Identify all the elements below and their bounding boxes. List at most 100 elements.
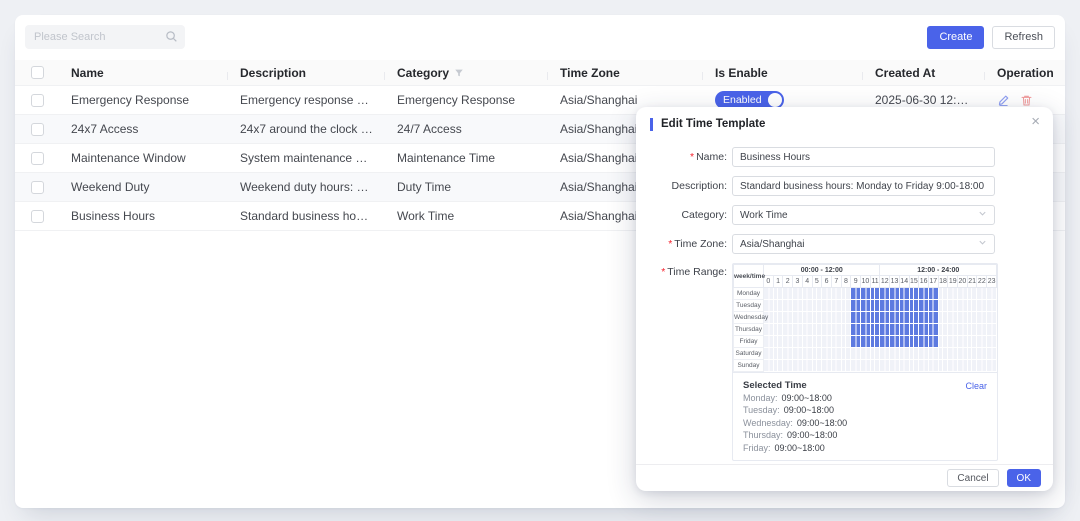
grid-cell[interactable] [909, 324, 919, 336]
grid-cell[interactable] [861, 360, 871, 372]
grid-cell[interactable] [764, 288, 774, 300]
grid-cell[interactable] [967, 360, 977, 372]
grid-cell[interactable] [802, 336, 812, 348]
grid-cell[interactable] [812, 300, 822, 312]
grid-cell[interactable] [822, 288, 832, 300]
grid-cell[interactable] [783, 360, 793, 372]
grid-cell[interactable] [841, 312, 851, 324]
grid-cell[interactable] [851, 336, 861, 348]
row-checkbox[interactable] [31, 181, 44, 194]
grid-cell[interactable] [764, 300, 774, 312]
grid-cell[interactable] [764, 336, 774, 348]
grid-cell[interactable] [841, 360, 851, 372]
grid-cell[interactable] [909, 300, 919, 312]
grid-cell[interactable] [909, 336, 919, 348]
grid-cell[interactable] [880, 324, 890, 336]
grid-cell[interactable] [861, 336, 871, 348]
grid-cell[interactable] [851, 312, 861, 324]
grid-cell[interactable] [841, 348, 851, 360]
grid-cell[interactable] [793, 312, 803, 324]
grid-cell[interactable] [812, 324, 822, 336]
grid-cell[interactable] [938, 360, 948, 372]
grid-cell[interactable] [987, 324, 997, 336]
grid-cell[interactable] [899, 348, 909, 360]
grid-cell[interactable] [890, 288, 900, 300]
grid-cell[interactable] [793, 300, 803, 312]
select-all-checkbox[interactable] [31, 66, 44, 79]
grid-cell[interactable] [783, 348, 793, 360]
grid-cell[interactable] [812, 288, 822, 300]
grid-cell[interactable] [928, 288, 938, 300]
row-checkbox[interactable] [31, 94, 44, 107]
grid-cell[interactable] [948, 360, 958, 372]
grid-cell[interactable] [802, 288, 812, 300]
grid-cell[interactable] [793, 360, 803, 372]
grid-cell[interactable] [870, 360, 880, 372]
grid-cell[interactable] [909, 360, 919, 372]
grid-cell[interactable] [851, 324, 861, 336]
grid-cell[interactable] [890, 300, 900, 312]
grid-cell[interactable] [977, 288, 987, 300]
grid-cell[interactable] [938, 288, 948, 300]
grid-cell[interactable] [987, 300, 997, 312]
grid-cell[interactable] [967, 336, 977, 348]
grid-cell[interactable] [890, 348, 900, 360]
grid-cell[interactable] [899, 300, 909, 312]
timezone-select[interactable]: Asia/Shanghai [732, 234, 995, 254]
grid-cell[interactable] [851, 288, 861, 300]
grid-cell[interactable] [987, 312, 997, 324]
grid-cell[interactable] [890, 336, 900, 348]
grid-cell[interactable] [773, 336, 783, 348]
grid-cell[interactable] [899, 324, 909, 336]
grid-cell[interactable] [861, 300, 871, 312]
grid-cell[interactable] [948, 324, 958, 336]
grid-cell[interactable] [938, 312, 948, 324]
grid-cell[interactable] [899, 360, 909, 372]
description-input[interactable] [732, 176, 995, 196]
grid-cell[interactable] [812, 360, 822, 372]
search-input[interactable] [25, 25, 185, 49]
grid-cell[interactable] [773, 324, 783, 336]
cancel-button[interactable]: Cancel [947, 469, 998, 487]
grid-cell[interactable] [870, 324, 880, 336]
grid-cell[interactable] [909, 288, 919, 300]
grid-cell[interactable] [773, 312, 783, 324]
grid-cell[interactable] [802, 312, 812, 324]
grid-cell[interactable] [928, 312, 938, 324]
grid-cell[interactable] [909, 348, 919, 360]
grid-cell[interactable] [919, 288, 929, 300]
grid-cell[interactable] [958, 312, 968, 324]
filter-icon[interactable] [454, 68, 464, 78]
grid-cell[interactable] [831, 336, 841, 348]
edit-icon[interactable] [997, 94, 1010, 107]
grid-cell[interactable] [928, 336, 938, 348]
grid-cell[interactable] [822, 348, 832, 360]
grid-cell[interactable] [773, 300, 783, 312]
grid-cell[interactable] [861, 348, 871, 360]
grid-cell[interactable] [773, 348, 783, 360]
grid-cell[interactable] [977, 360, 987, 372]
grid-cell[interactable] [967, 348, 977, 360]
refresh-button[interactable]: Refresh [992, 26, 1055, 49]
category-select[interactable]: Work Time [732, 205, 995, 225]
grid-cell[interactable] [793, 288, 803, 300]
grid-cell[interactable] [861, 324, 871, 336]
row-checkbox[interactable] [31, 123, 44, 136]
grid-cell[interactable] [967, 312, 977, 324]
clear-link[interactable]: Clear [965, 381, 987, 391]
grid-cell[interactable] [938, 336, 948, 348]
grid-cell[interactable] [764, 348, 774, 360]
create-button[interactable]: Create [927, 26, 984, 49]
grid-cell[interactable] [928, 324, 938, 336]
grid-cell[interactable] [958, 288, 968, 300]
grid-cell[interactable] [802, 300, 812, 312]
grid-cell[interactable] [802, 360, 812, 372]
delete-icon[interactable] [1020, 94, 1033, 107]
grid-cell[interactable] [909, 312, 919, 324]
grid-cell[interactable] [919, 348, 929, 360]
grid-cell[interactable] [948, 348, 958, 360]
grid-cell[interactable] [831, 348, 841, 360]
grid-cell[interactable] [880, 360, 890, 372]
grid-cell[interactable] [793, 336, 803, 348]
grid-cell[interactable] [831, 300, 841, 312]
